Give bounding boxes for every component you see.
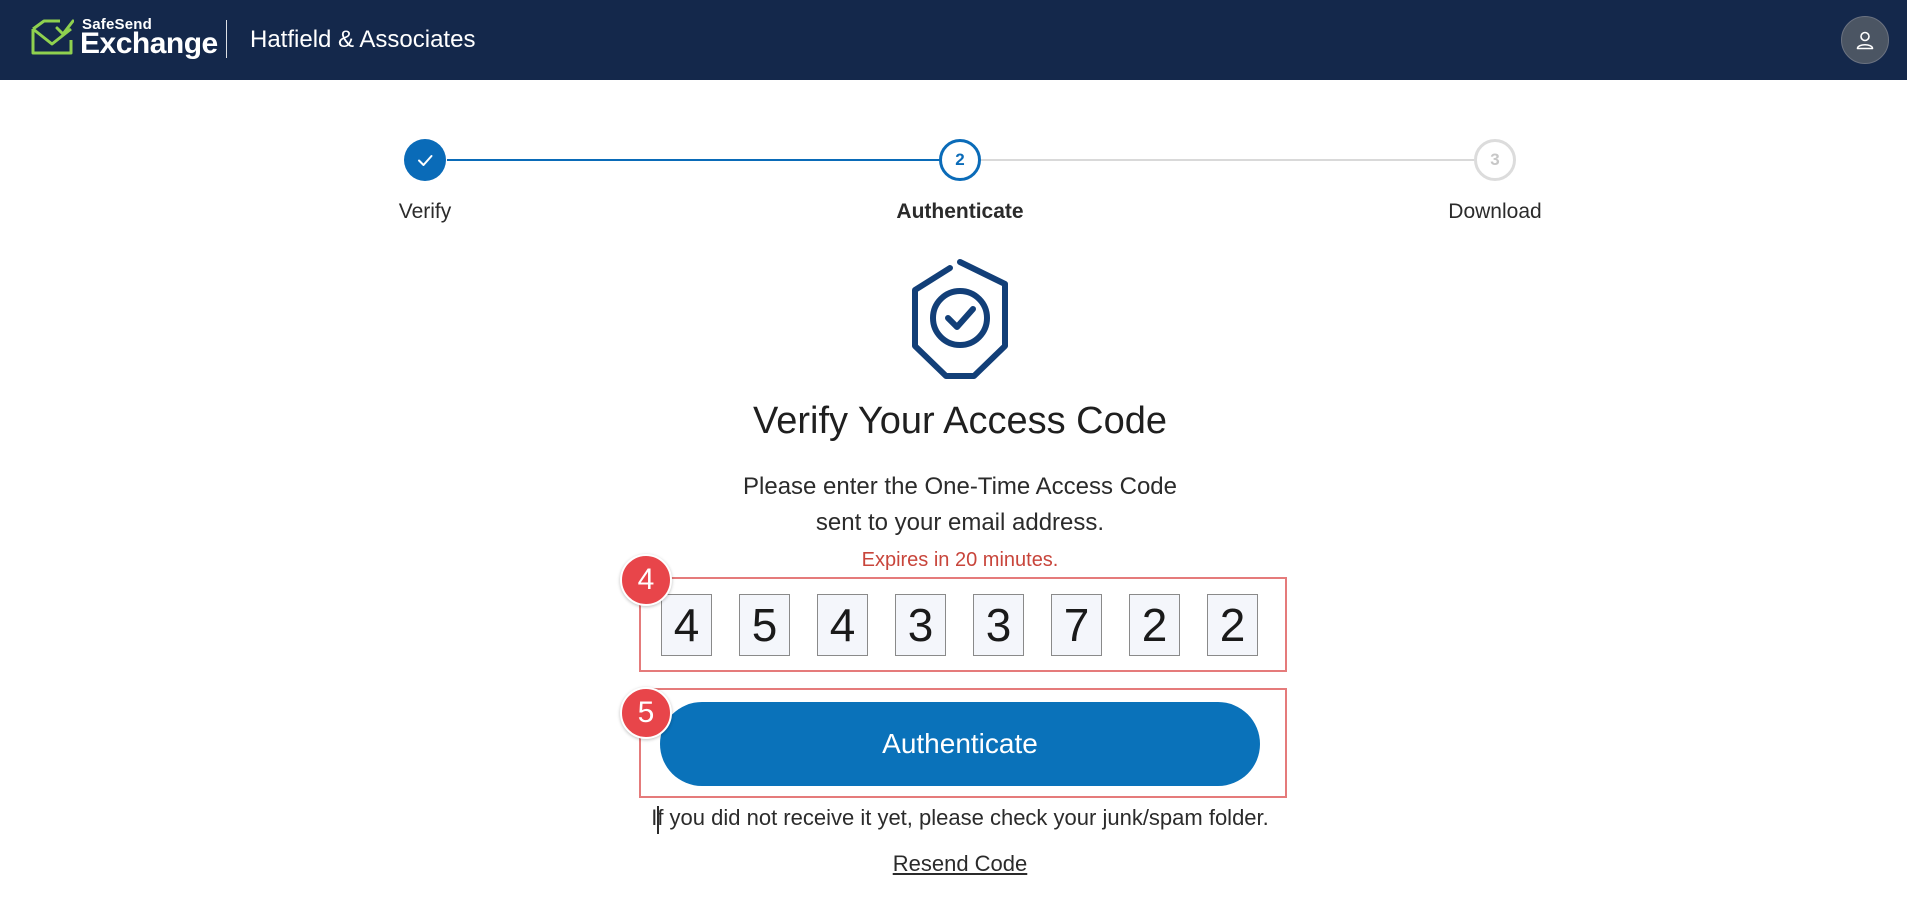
step-connector-pending <box>979 159 1474 161</box>
authenticate-button[interactable]: Authenticate <box>660 702 1260 786</box>
code-digit-input[interactable]: 4 <box>817 594 868 656</box>
step-authenticate-circle: 2 <box>939 139 981 181</box>
checkmark-icon <box>418 155 433 166</box>
step-download-circle: 3 <box>1474 139 1516 181</box>
user-icon <box>1856 31 1874 50</box>
step-authenticate-label: Authenticate <box>896 200 1024 223</box>
code-digit-input[interactable]: 4 <box>661 594 712 656</box>
shield-check-icon <box>912 259 1008 379</box>
brand-name: Exchange <box>80 27 218 60</box>
step-download-label: Download <box>1448 200 1542 223</box>
user-menu-button[interactable] <box>1841 16 1889 64</box>
access-code-inputs: 4 5 4 3 3 7 2 2 <box>661 594 1258 656</box>
page-title: Verify Your Access Code <box>752 400 1168 442</box>
code-digit-input[interactable]: 3 <box>895 594 946 656</box>
envelope-check-icon <box>31 19 74 55</box>
firm-name: Hatfield & Associates <box>250 26 476 53</box>
resend-code-container: Resend Code <box>0 851 1907 877</box>
step-connector-completed <box>447 159 940 161</box>
junk-folder-note: If you did not receive it yet, please ch… <box>651 805 1269 830</box>
code-digit-input[interactable]: 2 <box>1129 594 1180 656</box>
step-verify-label: Verify <box>398 200 452 223</box>
step-verify-circle <box>404 139 446 181</box>
instructions-line-2: sent to your email address. <box>815 509 1105 536</box>
code-digit-input[interactable]: 2 <box>1207 594 1258 656</box>
brand-divider <box>226 20 227 58</box>
code-digit-input[interactable]: 5 <box>739 594 790 656</box>
step-badge-5: 5 <box>620 687 672 739</box>
text-cursor <box>657 806 659 834</box>
instructions: Please enter the One-Time Access Code se… <box>0 469 1907 541</box>
instructions-line-1: Please enter the One-Time Access Code <box>743 473 1177 500</box>
code-digit-input[interactable]: 7 <box>1051 594 1102 656</box>
step-badge-4: 4 <box>620 554 672 606</box>
resend-code-link[interactable]: Resend Code <box>893 851 1028 876</box>
expiry-notice: Expires in 20 minutes. <box>861 549 1059 571</box>
code-digit-input[interactable]: 3 <box>973 594 1024 656</box>
top-navigation-bar: SafeSend Exchange Hatfield & Associates <box>0 0 1907 80</box>
